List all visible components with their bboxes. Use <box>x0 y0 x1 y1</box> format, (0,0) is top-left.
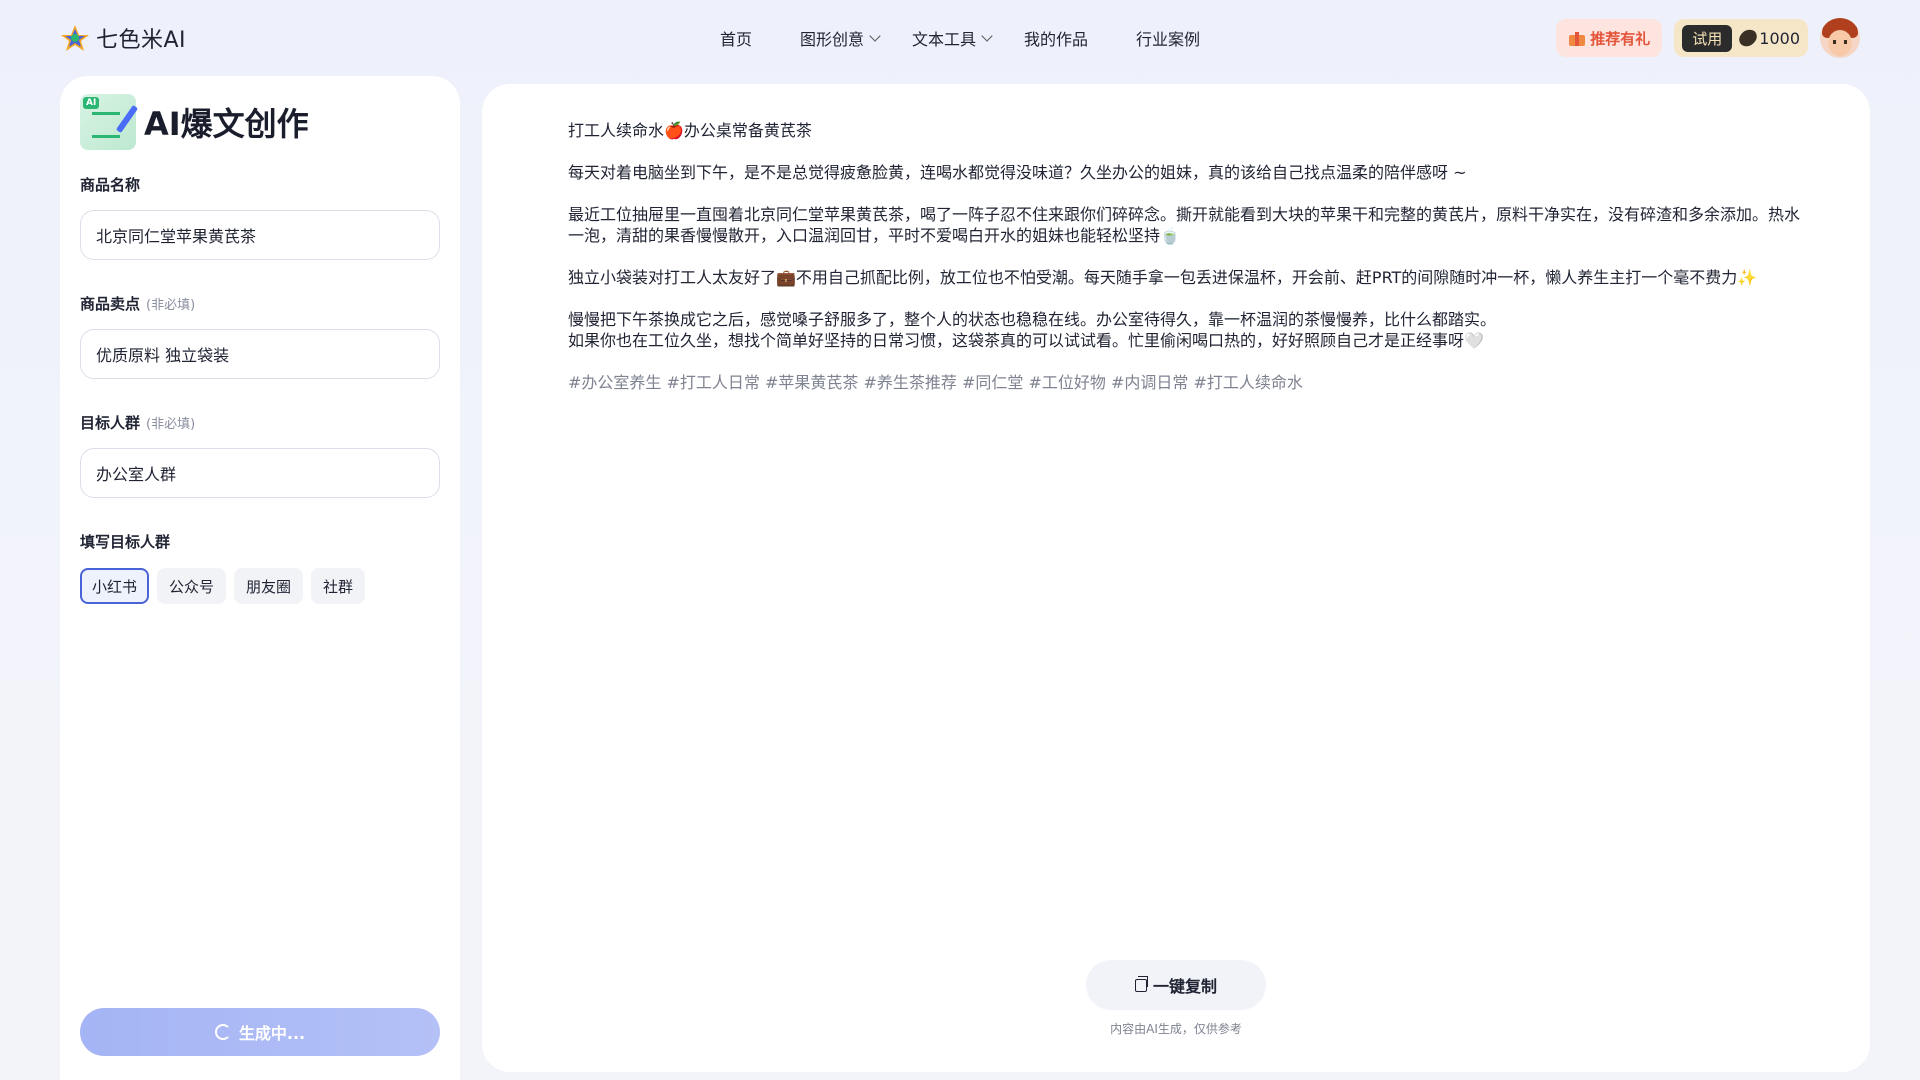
ai-article-icon: AI <box>80 94 139 150</box>
seed-icon <box>1737 26 1760 50</box>
platform-chip-xiaohongshu[interactable]: 小红书 <box>80 568 150 604</box>
nav-item-label: 文本工具 <box>912 30 977 49</box>
nav-item-label: 行业案例 <box>1136 30 1201 49</box>
product-name-label: 商品名称 <box>80 176 141 194</box>
selling-points-label: 商品卖点 (非必填) <box>80 295 196 313</box>
article-paragraph: 慢慢把下午茶换成它之后，感觉嗓子舒服多了，整个人的状态也稳稳在线。办公室待得久，… <box>568 310 1497 350</box>
loading-spinner-icon <box>214 1024 231 1040</box>
top-bar: 七色米AI 首页 图形创意 文本工具 我的作品 行业案例 推荐有礼 试用 100… <box>0 0 1920 76</box>
credits-count: 1000 <box>1759 28 1800 48</box>
target-audience-label: 目标人群 (非必填) <box>80 414 196 432</box>
trial-tag: 试用 <box>1682 24 1733 52</box>
nav-item-my-works[interactable]: 我的作品 <box>1024 26 1088 50</box>
nav-item-text-tools[interactable]: 文本工具 <box>912 26 993 50</box>
referral-button[interactable]: 推荐有礼 <box>1556 19 1663 57</box>
output-panel: 打工人续命水🍎办公桌常备黄芪茶 每天对着电脑坐到下午，是不是总觉得疲惫脸黄，连喝… <box>482 84 1870 1072</box>
page-title: AI爆文创作 <box>144 105 309 143</box>
header-actions: 推荐有礼 试用 1000 <box>1556 18 1860 58</box>
copy-label: 一键复制 <box>1152 977 1217 996</box>
platform-label: 填写目标人群 <box>80 533 171 551</box>
nav-item-label: 我的作品 <box>1024 30 1089 49</box>
optional-hint: (非必填) <box>146 298 196 313</box>
input-panel: AI AI爆文创作 商品名称 商品卖点(非必填) 目标人群(非必填) 填写目标人… <box>60 76 460 1080</box>
nav-item-graphic-creative[interactable]: 图形创意 <box>800 26 881 50</box>
generate-label: 生成中... <box>238 1024 306 1043</box>
platform-chip-community[interactable]: 社群 <box>311 568 366 604</box>
optional-hint: (非必填) <box>146 417 196 432</box>
copy-button[interactable]: 一键复制 <box>1086 960 1266 1010</box>
selling-points-input[interactable] <box>80 329 440 379</box>
nav-item-label: 首页 <box>720 30 753 49</box>
product-name-input[interactable] <box>80 210 440 260</box>
generated-article: 打工人续命水🍎办公桌常备黄芪茶 每天对着电脑坐到下午，是不是总觉得疲惫脸黄，连喝… <box>568 120 1808 414</box>
credits-balance: 1000 <box>1737 26 1800 50</box>
nav-item-industry-cases[interactable]: 行业案例 <box>1136 26 1200 50</box>
article-paragraph: 最近工位抽屉里一直囤着北京同仁堂苹果黄芪茶，喝了一阵子忍不住来跟你们碎碎念。撕开… <box>568 205 1801 245</box>
ai-disclaimer: 内容由AI生成，仅供参考 <box>1110 1022 1242 1036</box>
gift-icon <box>1568 30 1586 46</box>
nav-item-label: 图形创意 <box>800 30 865 49</box>
panel-title: AI AI爆文创作 <box>80 94 309 150</box>
brand-logo[interactable]: 七色米AI <box>60 22 186 54</box>
article-paragraph: 每天对着电脑坐到下午，是不是总觉得疲惫脸黄，连喝水都觉得没味道？久坐办公的姐妹，… <box>568 163 1467 182</box>
platform-chip-official-account[interactable]: 公众号 <box>157 568 227 604</box>
platform-chip-moments[interactable]: 朋友圈 <box>234 568 304 604</box>
chevron-down-icon <box>981 29 993 42</box>
nav-item-home[interactable]: 首页 <box>720 26 752 50</box>
copy-icon <box>1134 975 1148 992</box>
platform-selector: 小红书 公众号 朋友圈 社群 <box>80 568 366 604</box>
target-audience-input[interactable] <box>80 448 440 498</box>
referral-label: 推荐有礼 <box>1590 29 1651 48</box>
article-paragraph: 独立小袋装对打工人太友好了💼不用自己抓配比例，放工位也不怕受潮。每天随手拿一包丢… <box>568 268 1758 287</box>
avatar[interactable] <box>1820 18 1860 58</box>
ai-tag: AI <box>83 97 100 109</box>
article-hashtags: #办公室养生 #打工人日常 #苹果黄芪茶 #养生茶推荐 #同仁堂 #工位好物 #… <box>568 373 1303 392</box>
brand-name: 七色米AI <box>96 28 187 53</box>
credits-badge[interactable]: 试用 1000 <box>1674 19 1808 57</box>
article-title: 打工人续命水🍎办公桌常备黄芪茶 <box>568 121 812 140</box>
chevron-down-icon <box>869 29 881 42</box>
logo-icon <box>61 25 89 51</box>
generate-button[interactable]: 生成中... <box>80 1008 440 1056</box>
